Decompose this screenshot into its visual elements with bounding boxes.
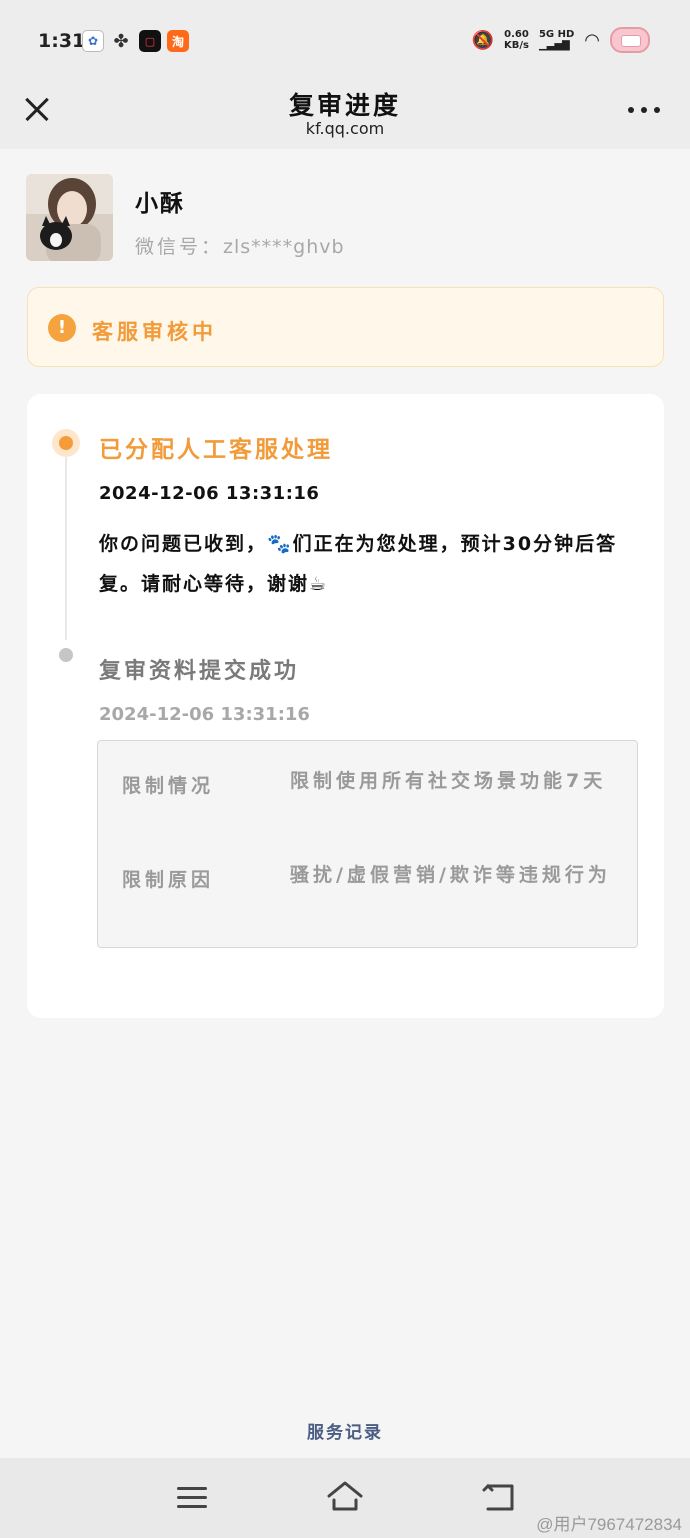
detail-value: 限制使用所有社交场景功能7天 <box>290 770 607 792</box>
step-time: 2024-12-06 13:31:16 <box>99 704 310 725</box>
profile-name: 小酥 <box>135 191 185 217</box>
wechat-id-value: zls****ghvb <box>223 236 345 258</box>
avatar <box>26 174 113 261</box>
step-title: 复审资料提交成功 <box>99 659 300 684</box>
page-header: 复审进度 kf.qq.com <box>0 80 690 149</box>
timeline-dot-active <box>52 429 80 457</box>
status-bar: 1:31 ✿ ✤ ▢ 淘 🔕 0.60 KB/s 5G HD ▁▃▅▇ ◠ <box>0 0 690 80</box>
more-options-button[interactable] <box>626 100 662 120</box>
watermark-text: @用户7967472834 <box>536 1515 682 1534</box>
detail-value: 骚扰/虚假营销/欺诈等违规行为 <box>290 864 611 886</box>
step-time: 2024-12-06 13:31:16 <box>99 483 320 504</box>
alert-icon: ! <box>48 314 76 342</box>
step-message: 你の问题已收到，🐾们正在为您处理，预计30分钟后答复。请耐心等待，谢谢☕ <box>99 533 618 595</box>
home-icon[interactable] <box>326 1480 364 1512</box>
review-status-banner: ! 客服审核中 <box>27 287 664 367</box>
wechat-id: 微信号：zls****ghvb <box>135 232 345 259</box>
service-records-link[interactable]: 服务记录 <box>0 1418 690 1443</box>
review-status-text: 客服审核中 <box>92 320 217 344</box>
battery-icon <box>610 27 650 53</box>
fan-icon: ✤ <box>110 30 132 52</box>
detail-label: 限制情况 <box>122 775 215 797</box>
page-title: 复审进度 <box>288 91 401 120</box>
network-indicator: 5G HD ▁▃▅▇ <box>538 29 575 51</box>
timeline-line <box>65 456 67 640</box>
back-icon[interactable] <box>482 1482 516 1512</box>
dot-icon <box>654 107 660 113</box>
detail-label: 限制原因 <box>122 869 215 891</box>
video-app-icon: ▢ <box>139 30 161 52</box>
status-time: 1:31 <box>38 30 86 52</box>
dot-icon <box>628 107 634 113</box>
bell-muted-icon: 🔕 <box>471 29 494 51</box>
page-domain: kf.qq.com <box>305 119 385 138</box>
wechat-id-label: 微信号： <box>135 236 224 258</box>
wifi-icon: ◠ <box>584 29 600 51</box>
restriction-details: 限制情况 限制使用所有社交场景功能7天 限制原因 骚扰/虚假营销/欺诈等违规行为 <box>97 740 638 948</box>
menu-icon[interactable] <box>177 1485 207 1509</box>
step-title: 已分配人工客服处理 <box>99 437 333 463</box>
taobao-icon: 淘 <box>167 30 189 52</box>
dot-icon <box>641 107 647 113</box>
timeline-dot <box>59 648 73 662</box>
net-speed: 0.60 KB/s <box>503 29 529 51</box>
baidu-icon: ✿ <box>82 30 104 52</box>
progress-card: 已分配人工客服处理 2024-12-06 13:31:16 你の问题已收到，🐾们… <box>27 394 664 1018</box>
